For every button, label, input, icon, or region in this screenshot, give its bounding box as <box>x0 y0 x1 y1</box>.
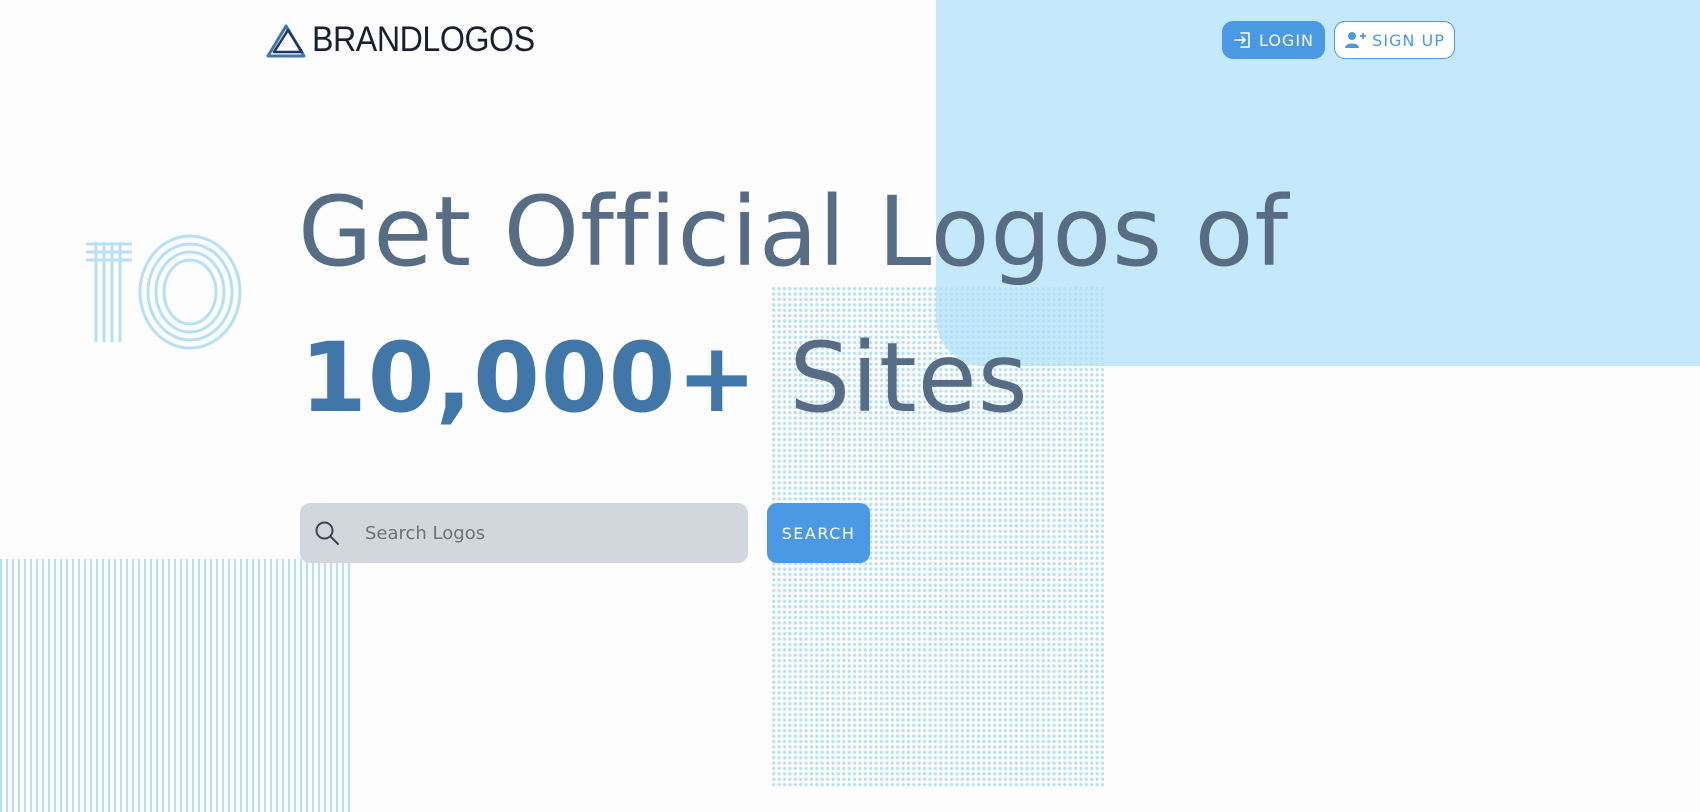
login-label: LOGIN <box>1258 30 1315 50</box>
hero-heading-line2: 10,000+ Sites <box>300 318 1029 438</box>
search-button[interactable]: SEARCH <box>767 503 870 563</box>
hero-count: 10,000 <box>300 322 677 434</box>
search-icon <box>315 521 339 545</box>
triangle-logo-icon <box>266 24 306 58</box>
decorative-ten-graphic <box>86 234 242 350</box>
hero-heading-line1: Get Official Logos of <box>298 176 1290 288</box>
signup-label: SIGN UP <box>1372 30 1445 50</box>
user-plus-icon <box>1345 32 1367 48</box>
signup-button[interactable]: SIGN UP <box>1334 21 1455 59</box>
login-button[interactable]: LOGIN <box>1222 21 1325 59</box>
line-pattern-decoration <box>0 559 351 812</box>
hero-sites: Sites <box>757 322 1029 434</box>
search-box[interactable] <box>300 503 748 563</box>
search-input[interactable] <box>363 512 727 554</box>
brand-logo[interactable]: BRANDLOGOS <box>264 20 554 60</box>
hero-plus: + <box>676 322 758 434</box>
brand-name: BRANDLOGOS <box>312 20 535 59</box>
login-icon <box>1234 32 1250 48</box>
